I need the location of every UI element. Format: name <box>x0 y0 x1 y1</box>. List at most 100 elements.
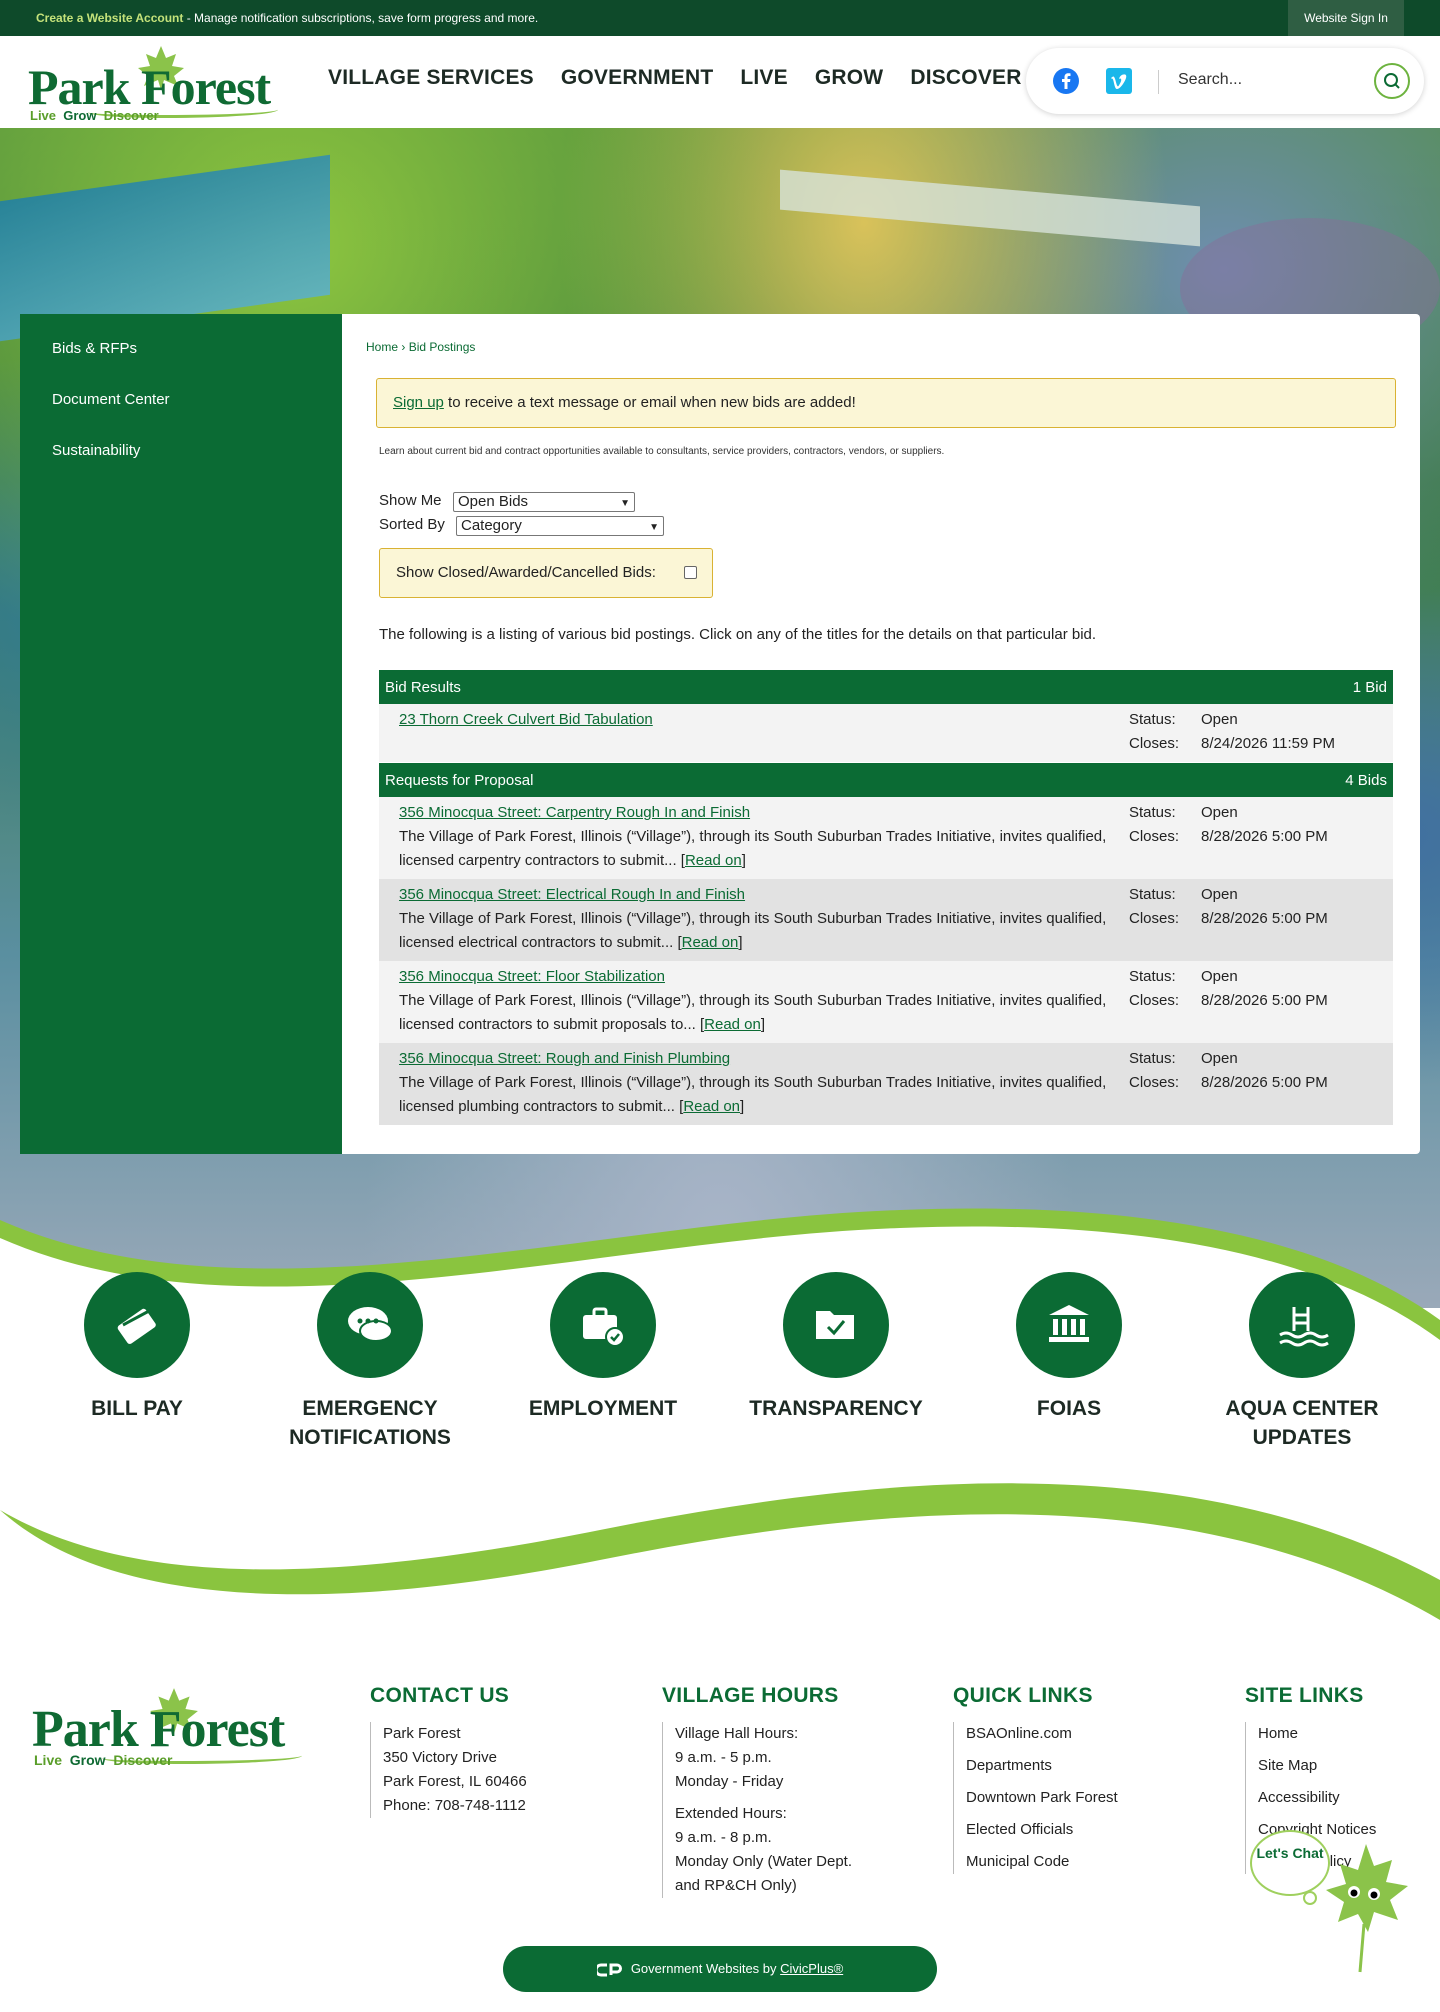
nav-discover[interactable]: DISCOVER <box>910 66 1021 90</box>
search-divider <box>1158 70 1159 94</box>
contact-city: Park Forest, IL 60466 <box>383 1773 527 1790</box>
closes-label: Closes: <box>1129 910 1180 927</box>
civicplus-link[interactable]: CivicPlus® <box>780 1961 843 1976</box>
quick-link-label: BILL PAY <box>37 1394 237 1423</box>
hours-line: and RP&CH Only) <box>675 1877 797 1894</box>
vimeo-icon[interactable] <box>1106 68 1132 94</box>
footer-link-elected-officials[interactable]: Elected Officials <box>966 1818 1118 1842</box>
footer-site-links-heading: SITE LINKS <box>1245 1684 1364 1707</box>
read-on-link[interactable]: Read on <box>685 852 742 869</box>
show-closed-box: Show Closed/Awarded/Cancelled Bids: <box>379 548 713 598</box>
status-label: Status: <box>1129 968 1176 985</box>
quick-link-employment[interactable]: EMPLOYMENT <box>503 1272 703 1423</box>
footer-village-hours: VILLAGE HOURS Village Hall Hours: 9 a.m.… <box>662 1684 852 1898</box>
quick-link-label: EMERGENCY NOTIFICATIONS <box>270 1394 470 1452</box>
logo-tagline: Live Grow Discover <box>30 108 159 123</box>
tag-grow: Grow <box>69 1752 106 1768</box>
breadcrumb-home[interactable]: Home <box>366 340 398 354</box>
footer-link-home[interactable]: Home <box>1258 1722 1376 1746</box>
account-message: Create a Website Account - Manage notifi… <box>36 11 538 25</box>
quick-link-circle <box>1016 1272 1122 1378</box>
show-me-select[interactable]: Open Bids ▼ <box>453 492 635 512</box>
quick-link-foias[interactable]: FOIAS <box>969 1272 1169 1423</box>
read-on-link[interactable]: Read on <box>704 1016 761 1033</box>
sorted-by-value: Category <box>461 517 522 534</box>
quick-link-circle <box>84 1272 190 1378</box>
label-line-1: TRANSPARENCY <box>749 1397 923 1420</box>
quick-link-label: FOIAS <box>969 1394 1169 1423</box>
website-sign-in-button[interactable]: Website Sign In <box>1288 0 1404 36</box>
create-account-link[interactable]: Create a Website Account <box>36 11 183 25</box>
label-line-1: BILL PAY <box>91 1397 183 1420</box>
show-closed-checkbox[interactable] <box>684 566 697 579</box>
bid-title-link[interactable]: 23 Thorn Creek Culvert Bid Tabulation <box>399 708 653 732</box>
civic-prefix: Government Websites by <box>630 1961 781 1976</box>
nav-grow[interactable]: GROW <box>815 66 883 90</box>
read-on-link[interactable]: Read on <box>682 934 739 951</box>
bid-desc-text: The Village of Park Forest, Illinois (“V… <box>399 1074 1107 1115</box>
main-nav: VILLAGE SERVICES GOVERNMENT LIVE GROW DI… <box>328 66 1022 90</box>
hours-gap <box>675 1794 852 1802</box>
breadcrumb-current[interactable]: Bid Postings <box>409 340 476 354</box>
status-label: Status: <box>1129 711 1176 728</box>
signup-alert: Sign up to receive a text message or ema… <box>376 378 1396 428</box>
bid-desc-text: The Village of Park Forest, Illinois (“V… <box>399 910 1107 951</box>
footer-link-departments[interactable]: Departments <box>966 1754 1118 1778</box>
signup-link[interactable]: Sign up <box>393 394 444 411</box>
quick-link-circle <box>550 1272 656 1378</box>
footer-link-bsaonline[interactable]: BSAOnline.com <box>966 1722 1118 1746</box>
site-logo[interactable]: Park Forest Live Grow Discover <box>28 44 278 124</box>
quick-link-bill-pay[interactable]: BILL PAY <box>37 1272 237 1423</box>
bid-meta: Status: Open Closes: 8/24/2026 11:59 PM <box>1129 708 1389 756</box>
bid-desc-text: The Village of Park Forest, Illinois (“V… <box>399 828 1107 869</box>
footer-logo[interactable]: Park Forest Live Grow Discover <box>32 1686 312 1776</box>
bid-meta: Status: Open Closes: 8/28/2026 5:00 PM <box>1129 965 1389 1013</box>
status-label: Status: <box>1129 886 1176 903</box>
chat-widget[interactable]: Let's Chat <box>1246 1824 1426 1974</box>
sidebar-item-bids-rfps[interactable]: Bids & RFPs <box>52 340 137 357</box>
bid-row: 356 Minocqua Street: Carpentry Rough In … <box>379 797 1393 879</box>
nav-live[interactable]: LIVE <box>740 66 787 90</box>
footer-hours-body: Village Hall Hours: 9 a.m. - 5 p.m. Mond… <box>662 1722 852 1898</box>
closes-value: 8/28/2026 5:00 PM <box>1201 910 1328 927</box>
footer-contact-heading: CONTACT US <box>370 1684 510 1707</box>
quick-link-emergency-notifications[interactable]: EMERGENCY NOTIFICATIONS <box>270 1272 470 1452</box>
quick-link-label: AQUA CENTER UPDATES <box>1202 1394 1402 1452</box>
status-value: Open <box>1201 1050 1238 1067</box>
bid-title-link[interactable]: 356 Minocqua Street: Floor Stabilization <box>399 965 665 989</box>
sidebar-item-sustainability[interactable]: Sustainability <box>52 442 140 459</box>
group-header-requests-for-proposal: Requests for Proposal 4 Bids <box>379 763 1393 797</box>
sidebar-item-document-center[interactable]: Document Center <box>52 391 170 408</box>
footer-link-municipal-code[interactable]: Municipal Code <box>966 1850 1118 1874</box>
bid-title-link[interactable]: 356 Minocqua Street: Rough and Finish Pl… <box>399 1047 730 1071</box>
show-me-label: Show Me <box>379 492 442 509</box>
footer-link-downtown[interactable]: Downtown Park Forest <box>966 1786 1118 1810</box>
tag-grow: Grow <box>63 108 97 123</box>
bid-title-link[interactable]: 356 Minocqua Street: Electrical Rough In… <box>399 883 745 907</box>
read-on-link[interactable]: Read on <box>683 1098 740 1115</box>
lets-chat-bubble[interactable]: Let's Chat <box>1250 1830 1330 1896</box>
nav-village-services[interactable]: VILLAGE SERVICES <box>328 66 534 90</box>
bid-title-link[interactable]: 356 Minocqua Street: Carpentry Rough In … <box>399 801 750 825</box>
bid-meta: Status: Open Closes: 8/28/2026 5:00 PM <box>1129 883 1389 931</box>
facebook-icon[interactable] <box>1053 68 1079 94</box>
breadcrumb: Home › Bid Postings <box>366 340 475 354</box>
status-value: Open <box>1201 804 1238 821</box>
quick-link-circle <box>1249 1272 1355 1378</box>
hours-line: 9 a.m. - 5 p.m. <box>675 1749 772 1766</box>
search-input[interactable]: Search... <box>1178 71 1242 89</box>
briefcase-icon <box>583 1307 625 1347</box>
folder-check-icon <box>816 1311 854 1339</box>
search-button[interactable] <box>1374 63 1410 99</box>
nav-government[interactable]: GOVERNMENT <box>561 66 714 90</box>
sorted-by-select[interactable]: Category ▼ <box>456 516 664 536</box>
quick-link-aqua-center-updates[interactable]: AQUA CENTER UPDATES <box>1202 1272 1402 1452</box>
contact-phone: Phone: 708-748-1112 <box>383 1797 526 1814</box>
footer-link-site-map[interactable]: Site Map <box>1258 1754 1376 1778</box>
status-label: Status: <box>1129 1050 1176 1067</box>
footer-quick-links-heading: QUICK LINKS <box>953 1684 1093 1707</box>
quick-link-transparency[interactable]: TRANSPARENCY <box>736 1272 936 1423</box>
footer-contact-body: Park Forest 350 Victory Drive Park Fores… <box>370 1722 527 1818</box>
closes-label: Closes: <box>1129 1074 1180 1091</box>
footer-link-accessibility[interactable]: Accessibility <box>1258 1786 1376 1810</box>
